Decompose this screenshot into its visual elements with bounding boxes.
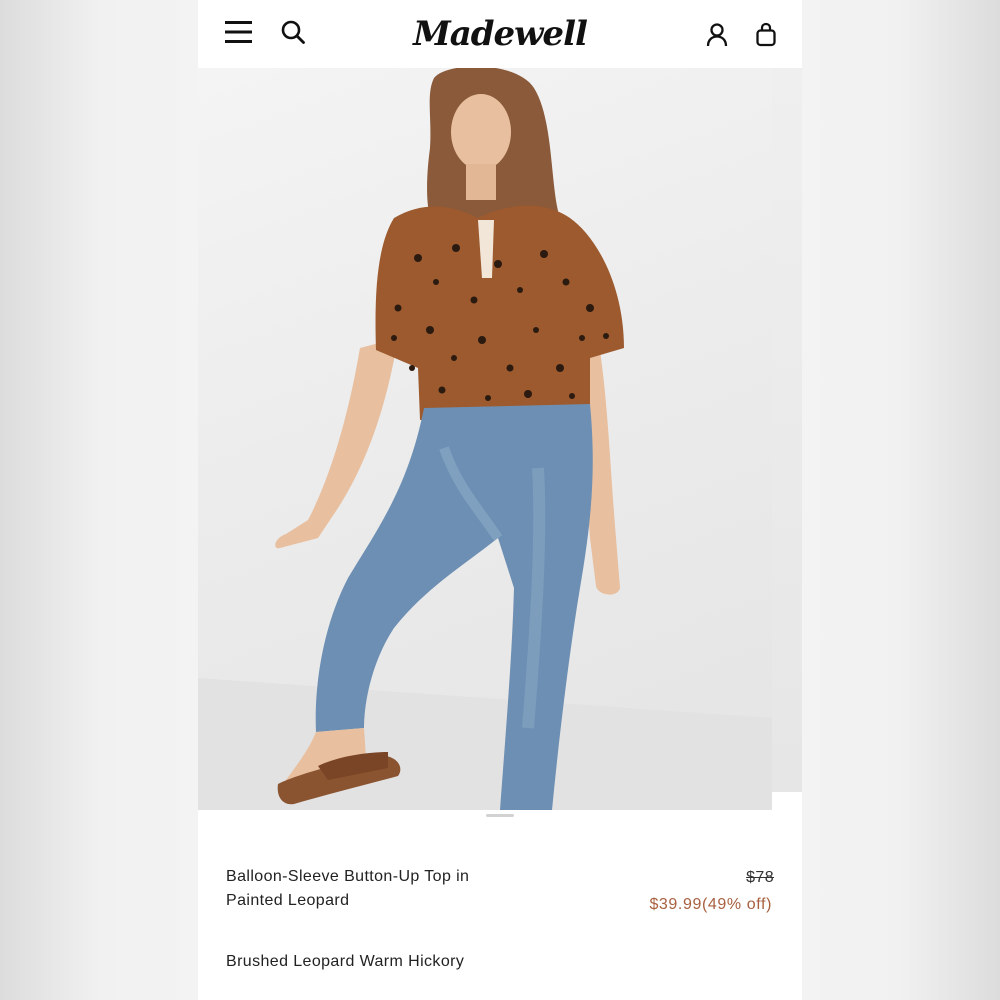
account-icon[interactable] — [705, 22, 729, 48]
madewell-logo[interactable]: Madewell — [413, 8, 588, 60]
color-name: Brushed Leopard Warm Hickory — [226, 953, 465, 970]
product-hero-image[interactable] — [198, 68, 772, 810]
logo-text: Madewell — [413, 14, 588, 54]
sale-price: $39.99(49% off) — [649, 896, 772, 913]
product-page: Madewell Balloon-Sleeve Button-Up Top in… — [198, 0, 802, 1000]
model-photo-illustration — [198, 68, 772, 810]
search-icon[interactable] — [280, 19, 306, 45]
original-price: $78 — [746, 869, 774, 886]
header-bar: Madewell — [198, 0, 802, 68]
carousel-indicator[interactable] — [486, 814, 514, 817]
shopping-bag-icon[interactable] — [755, 22, 777, 48]
product-name: Balloon-Sleeve Button-Up Top in Painted … — [226, 868, 470, 909]
hamburger-menu-icon[interactable] — [224, 19, 254, 45]
next-image-peek[interactable] — [772, 68, 802, 792]
